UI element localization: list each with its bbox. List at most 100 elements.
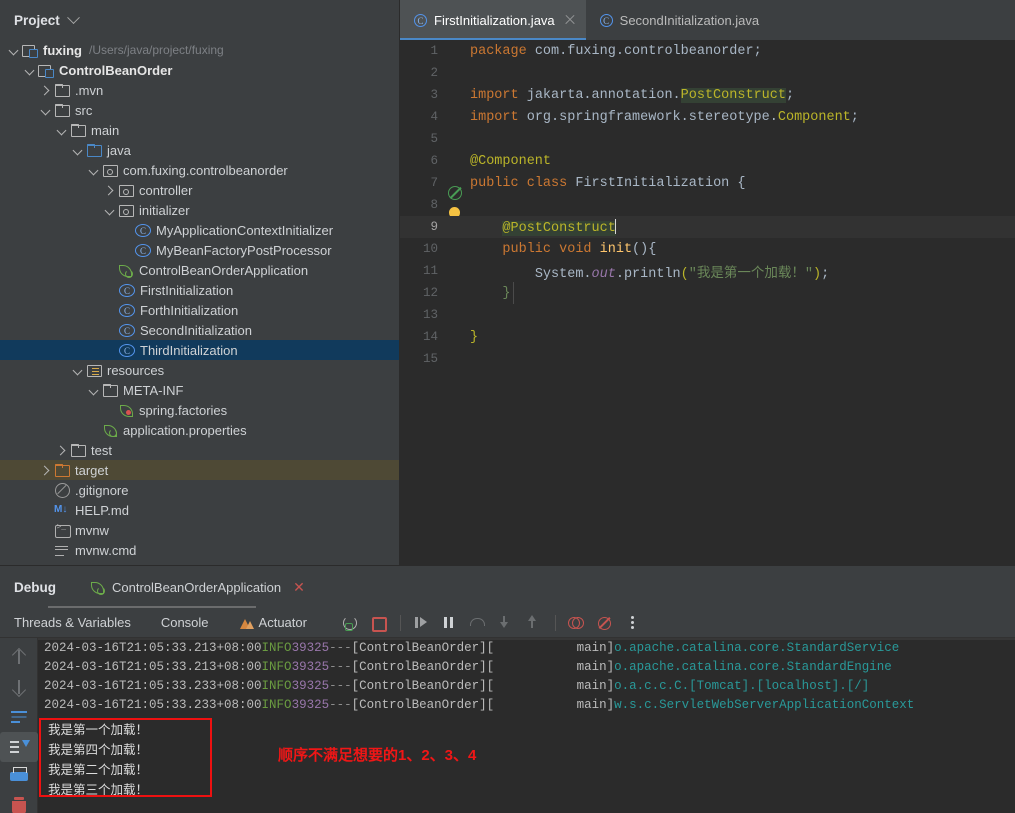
code-line-3[interactable]: 3 import jakarta.annotation.PostConstruct… [400, 84, 1015, 106]
console-log-line: 2024-03-16T21:05:33.233+08:00 INFO 39325… [38, 695, 1015, 714]
tab-console[interactable]: Console [161, 615, 209, 630]
tree-item-mvnw-cmd[interactable]: mvnw.cmd [0, 540, 399, 560]
close-icon[interactable]: ✕ [293, 580, 305, 594]
trash-icon[interactable] [0, 792, 38, 813]
chevron-down-icon[interactable] [72, 144, 84, 156]
tab-threads-and-variables[interactable]: Threads & Variables [14, 615, 131, 630]
tree-item-thirdinitialization[interactable]: ThirdInitialization [0, 340, 399, 360]
project-tree[interactable]: fuxing/Users/java/project/fuxing ControlB… [0, 40, 399, 560]
pause-button[interactable] [436, 610, 462, 636]
tree-item-label: SecondInitialization [140, 322, 253, 338]
tree-item-controlbeanorder[interactable]: ControlBeanOrder [0, 60, 399, 80]
code-line-7[interactable]: 7 public class FirstInitialization { [400, 172, 1015, 200]
tree-item-application-properties[interactable]: application.properties [0, 420, 399, 440]
scroll-to-end-icon[interactable] [0, 732, 38, 762]
chevron-down-icon[interactable] [8, 44, 20, 56]
chevron-down-icon[interactable] [40, 104, 52, 116]
tree-item-mvnw[interactable]: mvnw [0, 520, 399, 540]
step-out-button[interactable] [520, 610, 546, 636]
tab-actuator[interactable]: Actuator [239, 615, 307, 630]
code-line-13[interactable]: 13 [400, 304, 1015, 326]
log-thread: [ main] [486, 659, 615, 674]
tree-item-forthinitialization[interactable]: ForthInitialization [0, 300, 399, 320]
log-app-name: [ControlBeanOrder] [351, 640, 487, 655]
tree-item-myapplicationcontextinitializer[interactable]: MyApplicationContextInitializer [0, 220, 399, 240]
log-logger-name: o.a.c.c.C.[Tomcat].[localhost].[/] [614, 678, 870, 693]
more-options-button[interactable] [619, 610, 645, 636]
chevron-down-icon[interactable] [88, 164, 100, 176]
tree-item-target[interactable]: target [0, 460, 399, 480]
spring-properties-icon [102, 422, 118, 438]
folder-icon [102, 382, 118, 398]
toolbar-divider-2 [554, 614, 556, 631]
tree-item-com-fuxing-controlbeanorder[interactable]: com.fuxing.controlbeanorder [0, 160, 399, 180]
arrow-down-icon[interactable] [0, 672, 38, 702]
debug-panel-header: Debug ControlBeanOrderApplication ✕ [0, 566, 1015, 608]
tree-item-controlbeanorderapplication[interactable]: ControlBeanOrderApplication [0, 260, 399, 280]
chevron-right-icon[interactable] [40, 84, 52, 96]
tree-item-src[interactable]: src [0, 100, 399, 120]
line-number: 6 [430, 154, 438, 168]
chevron-right-icon[interactable] [56, 444, 68, 456]
code-line-14[interactable]: 14} [400, 326, 1015, 348]
tree-item-spring-factories[interactable]: spring.factories [0, 400, 399, 420]
project-panel-title: Project [14, 12, 60, 28]
tree-item-fuxing[interactable]: fuxing/Users/java/project/fuxing [0, 40, 399, 60]
chevron-down-icon[interactable] [104, 204, 116, 216]
tree-item-secondinitialization[interactable]: SecondInitialization [0, 320, 399, 340]
code-line-12[interactable]: 12 } [400, 282, 1015, 304]
tree-item-firstinitialization[interactable]: FirstInitialization [0, 280, 399, 300]
debug-session-tab[interactable]: ControlBeanOrderApplication ✕ [90, 579, 305, 595]
package-icon [118, 202, 134, 218]
tree-item-gitignore[interactable]: .gitignore [0, 480, 399, 500]
stop-button[interactable] [365, 610, 391, 636]
code-editor[interactable]: 1 package com.fuxing.controlbeanorder; 2 3 i… [400, 40, 1015, 565]
chevron-down-icon[interactable] [88, 384, 100, 396]
tree-item-test[interactable]: test [0, 440, 399, 460]
code-line-8[interactable]: 8 [400, 194, 1015, 221]
arrow-up-icon[interactable] [0, 642, 38, 672]
code-line-2[interactable]: 2 [400, 62, 1015, 84]
step-into-button[interactable] [492, 610, 518, 636]
code-line-9[interactable]: 9 @PostConstruct [400, 216, 1015, 238]
tree-item-java[interactable]: java [0, 140, 399, 160]
chevron-down-icon[interactable] [56, 124, 68, 136]
console-output[interactable]: 2024-03-16T21:05:33.213+08:00 INFO 39325… [38, 638, 1015, 813]
chevron-down-icon[interactable] [24, 64, 36, 76]
chevron-right-icon[interactable] [104, 184, 116, 196]
chevron-right-icon[interactable] [40, 464, 52, 476]
project-panel-header[interactable]: Project [0, 0, 399, 40]
step-over-button[interactable] [464, 610, 490, 636]
tree-item-mybeanfactorypostprocessor[interactable]: MyBeanFactoryPostProcessor [0, 240, 399, 260]
mute-breakpoints-button[interactable] [591, 610, 617, 636]
log-level: INFO [261, 659, 292, 674]
tree-item-mvn[interactable]: .mvn [0, 80, 399, 100]
tree-item-meta-inf[interactable]: META-INF [0, 380, 399, 400]
tree-item-main[interactable]: main [0, 120, 399, 140]
resume-button[interactable] [408, 610, 434, 636]
chevron-down-icon[interactable] [72, 364, 84, 376]
code-line-1[interactable]: 1 package com.fuxing.controlbeanorder; [400, 40, 1015, 62]
editor-tab-secondinitialization[interactable]: SecondInitialization.java [586, 0, 769, 40]
tree-item-help-md[interactable]: M↓ HELP.md [0, 500, 399, 520]
chevron-down-icon[interactable] [66, 10, 80, 24]
soft-wrap-icon[interactable] [0, 702, 38, 732]
tree-item-controller[interactable]: controller [0, 180, 399, 200]
code-line-15[interactable]: 15 [400, 348, 1015, 370]
code-line-5[interactable]: 5 [400, 128, 1015, 150]
code-line-11[interactable]: 11 System.out.println("我是第一个加载！"); [400, 260, 1015, 282]
tree-item-resources[interactable]: resources [0, 360, 399, 380]
tree-item-initializer[interactable]: initializer [0, 200, 399, 220]
code-line-10[interactable]: 10 public void init(){ [400, 238, 1015, 260]
code-line-4[interactable]: 4 import org.springframework.stereotype.C… [400, 106, 1015, 128]
view-breakpoints-button[interactable] [563, 610, 589, 636]
editor-tab-firstinitialization[interactable]: FirstInitialization.java [400, 0, 586, 40]
rerun-button[interactable] [337, 610, 363, 636]
print-icon[interactable] [0, 762, 38, 792]
code-text: public void init(){ [502, 241, 657, 257]
code-line-6[interactable]: 6 @Component [400, 150, 1015, 172]
editor-tab-label: FirstInitialization.java [434, 12, 555, 28]
close-icon[interactable] [564, 14, 576, 26]
